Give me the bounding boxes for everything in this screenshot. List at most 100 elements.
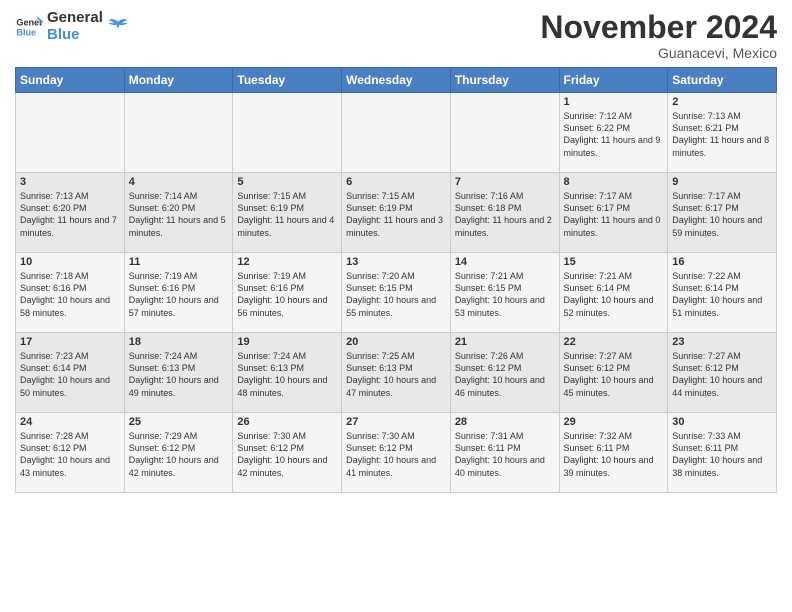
page: General Blue General Blue November 2024 … [0, 0, 792, 612]
day-number: 21 [455, 336, 555, 348]
day-cell: 6 Sunrise: 7:15 AM Sunset: 6:19 PM Daylig… [342, 173, 451, 253]
location: Guanacevi, Mexico [540, 45, 777, 61]
header-cell-friday: Friday [559, 68, 668, 93]
day-info: Sunrise: 7:32 AM Sunset: 6:11 PM Dayligh… [564, 430, 664, 479]
day-info: Sunrise: 7:17 AM Sunset: 6:17 PM Dayligh… [564, 190, 664, 239]
day-number: 22 [564, 336, 664, 348]
day-number: 7 [455, 176, 555, 188]
calendar-table: SundayMondayTuesdayWednesdayThursdayFrid… [15, 67, 777, 493]
day-number: 28 [455, 416, 555, 428]
day-number: 23 [672, 336, 772, 348]
day-cell: 26 Sunrise: 7:30 AM Sunset: 6:12 PM Dayli… [233, 413, 342, 493]
header: General Blue General Blue November 2024 … [15, 10, 777, 61]
day-info: Sunrise: 7:16 AM Sunset: 6:18 PM Dayligh… [455, 190, 555, 239]
day-cell: 30 Sunrise: 7:33 AM Sunset: 6:11 PM Dayli… [668, 413, 777, 493]
logo-blue: Blue [47, 27, 103, 44]
day-number: 1 [564, 96, 664, 108]
day-number: 3 [20, 176, 120, 188]
day-info: Sunrise: 7:22 AM Sunset: 6:14 PM Dayligh… [672, 270, 772, 319]
day-number: 8 [564, 176, 664, 188]
day-cell: 13 Sunrise: 7:20 AM Sunset: 6:15 PM Dayli… [342, 253, 451, 333]
logo-bird-icon [107, 16, 129, 38]
day-number: 6 [346, 176, 446, 188]
day-info: Sunrise: 7:31 AM Sunset: 6:11 PM Dayligh… [455, 430, 555, 479]
day-info: Sunrise: 7:20 AM Sunset: 6:15 PM Dayligh… [346, 270, 446, 319]
day-number: 11 [129, 256, 229, 268]
day-cell: 28 Sunrise: 7:31 AM Sunset: 6:11 PM Dayli… [450, 413, 559, 493]
day-cell: 15 Sunrise: 7:21 AM Sunset: 6:14 PM Dayli… [559, 253, 668, 333]
day-info: Sunrise: 7:21 AM Sunset: 6:14 PM Dayligh… [564, 270, 664, 319]
week-row-2: 3 Sunrise: 7:13 AM Sunset: 6:20 PM Daylig… [16, 173, 777, 253]
week-row-1: 1 Sunrise: 7:12 AM Sunset: 6:22 PM Daylig… [16, 93, 777, 173]
day-number: 15 [564, 256, 664, 268]
day-number: 18 [129, 336, 229, 348]
day-cell: 22 Sunrise: 7:27 AM Sunset: 6:12 PM Dayli… [559, 333, 668, 413]
day-cell: 7 Sunrise: 7:16 AM Sunset: 6:18 PM Daylig… [450, 173, 559, 253]
day-info: Sunrise: 7:15 AM Sunset: 6:19 PM Dayligh… [237, 190, 337, 239]
svg-text:Blue: Blue [16, 27, 36, 37]
day-number: 4 [129, 176, 229, 188]
header-cell-monday: Monday [124, 68, 233, 93]
day-number: 30 [672, 416, 772, 428]
day-number: 20 [346, 336, 446, 348]
day-cell [16, 93, 125, 173]
logo-general: General [47, 10, 103, 27]
day-number: 14 [455, 256, 555, 268]
day-cell: 10 Sunrise: 7:18 AM Sunset: 6:16 PM Dayli… [16, 253, 125, 333]
day-number: 9 [672, 176, 772, 188]
day-cell: 18 Sunrise: 7:24 AM Sunset: 6:13 PM Dayli… [124, 333, 233, 413]
day-cell: 1 Sunrise: 7:12 AM Sunset: 6:22 PM Daylig… [559, 93, 668, 173]
day-number: 27 [346, 416, 446, 428]
day-number: 24 [20, 416, 120, 428]
logo-icon: General Blue [15, 13, 43, 41]
day-cell: 24Sunrise: 7:28 AM Sunset: 6:12 PM Dayli… [16, 413, 125, 493]
day-info: Sunrise: 7:19 AM Sunset: 6:16 PM Dayligh… [237, 270, 337, 319]
day-info: Sunrise: 7:18 AM Sunset: 6:16 PM Dayligh… [20, 270, 120, 319]
day-cell: 8 Sunrise: 7:17 AM Sunset: 6:17 PM Daylig… [559, 173, 668, 253]
day-cell: 14Sunrise: 7:21 AM Sunset: 6:15 PM Dayli… [450, 253, 559, 333]
day-number: 16 [672, 256, 772, 268]
day-info: Sunrise: 7:13 AM Sunset: 6:20 PM Dayligh… [20, 190, 120, 239]
day-cell: 20 Sunrise: 7:25 AM Sunset: 6:13 PM Dayli… [342, 333, 451, 413]
day-info: Sunrise: 7:25 AM Sunset: 6:13 PM Dayligh… [346, 350, 446, 399]
day-info: Sunrise: 7:24 AM Sunset: 6:13 PM Dayligh… [129, 350, 229, 399]
day-cell: 16 Sunrise: 7:22 AM Sunset: 6:14 PM Dayli… [668, 253, 777, 333]
day-cell [233, 93, 342, 173]
day-cell: 21 Sunrise: 7:26 AM Sunset: 6:12 PM Dayli… [450, 333, 559, 413]
day-info: Sunrise: 7:33 AM Sunset: 6:11 PM Dayligh… [672, 430, 772, 479]
day-info: Sunrise: 7:12 AM Sunset: 6:22 PM Dayligh… [564, 110, 664, 159]
week-row-3: 10 Sunrise: 7:18 AM Sunset: 6:16 PM Dayli… [16, 253, 777, 333]
day-info: Sunrise: 7:27 AM Sunset: 6:12 PM Dayligh… [564, 350, 664, 399]
header-cell-tuesday: Tuesday [233, 68, 342, 93]
day-cell: 25Sunrise: 7:29 AM Sunset: 6:12 PM Dayli… [124, 413, 233, 493]
day-cell [342, 93, 451, 173]
day-info: Sunrise: 7:30 AM Sunset: 6:12 PM Dayligh… [346, 430, 446, 479]
day-cell: 29 Sunrise: 7:32 AM Sunset: 6:11 PM Dayli… [559, 413, 668, 493]
day-info: Sunrise: 7:30 AM Sunset: 6:12 PM Dayligh… [237, 430, 337, 479]
day-info: Sunrise: 7:14 AM Sunset: 6:20 PM Dayligh… [129, 190, 229, 239]
day-cell: 9Sunrise: 7:17 AM Sunset: 6:17 PM Daylig… [668, 173, 777, 253]
day-cell: 17Sunrise: 7:23 AM Sunset: 6:14 PM Dayli… [16, 333, 125, 413]
day-number: 13 [346, 256, 446, 268]
day-number: 26 [237, 416, 337, 428]
day-cell: 3 Sunrise: 7:13 AM Sunset: 6:20 PM Daylig… [16, 173, 125, 253]
header-cell-thursday: Thursday [450, 68, 559, 93]
logo: General Blue General Blue [15, 10, 129, 43]
day-cell: 27 Sunrise: 7:30 AM Sunset: 6:12 PM Dayli… [342, 413, 451, 493]
day-info: Sunrise: 7:15 AM Sunset: 6:19 PM Dayligh… [346, 190, 446, 239]
day-cell: 23 Sunrise: 7:27 AM Sunset: 6:12 PM Dayli… [668, 333, 777, 413]
day-info: Sunrise: 7:13 AM Sunset: 6:21 PM Dayligh… [672, 110, 772, 159]
header-cell-wednesday: Wednesday [342, 68, 451, 93]
day-cell: 5 Sunrise: 7:15 AM Sunset: 6:19 PM Daylig… [233, 173, 342, 253]
day-number: 10 [20, 256, 120, 268]
title-area: November 2024 Guanacevi, Mexico [540, 10, 777, 61]
day-info: Sunrise: 7:19 AM Sunset: 6:16 PM Dayligh… [129, 270, 229, 319]
day-cell: 2Sunrise: 7:13 AM Sunset: 6:21 PM Daylig… [668, 93, 777, 173]
day-info: Sunrise: 7:27 AM Sunset: 6:12 PM Dayligh… [672, 350, 772, 399]
day-cell [124, 93, 233, 173]
day-info: Sunrise: 7:26 AM Sunset: 6:12 PM Dayligh… [455, 350, 555, 399]
day-number: 5 [237, 176, 337, 188]
day-number: 29 [564, 416, 664, 428]
day-info: Sunrise: 7:29 AM Sunset: 6:12 PM Dayligh… [129, 430, 229, 479]
header-cell-saturday: Saturday [668, 68, 777, 93]
